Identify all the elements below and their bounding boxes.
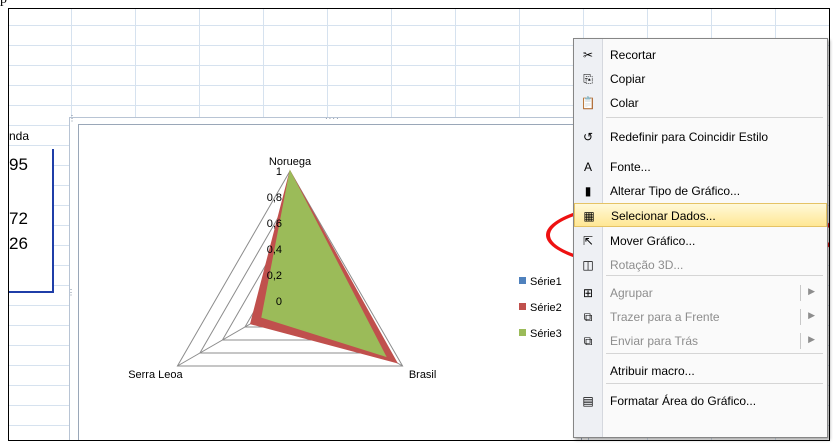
menu-item-atribuir-macro[interactable]: Atribuir macro...: [574, 359, 827, 383]
menu-item-fonte[interactable]: A Fonte...: [574, 155, 827, 179]
menu-item-label: Trazer para a Frente: [610, 310, 720, 324]
bring-front-icon: ⧉: [583, 310, 593, 324]
menu-item-colar[interactable]: 📋 Colar: [574, 91, 827, 115]
resize-handle[interactable]: ⋮: [67, 288, 76, 297]
category-label: Brasil: [409, 369, 437, 381]
legend-swatch: [519, 277, 526, 284]
menu-separator: [606, 117, 823, 118]
menu-item-redefinir-para-coincidir-estilo[interactable]: ↺ Redefinir para Coincidir Estilo: [574, 125, 827, 149]
menu-item-label: Colar: [610, 96, 639, 110]
submenu-arrow-icon: ▶: [808, 310, 815, 320]
axis-tick-label: 0,8: [267, 192, 282, 204]
menu-item-label: Formatar Área do Gráfico...: [610, 394, 757, 408]
cell-value[interactable]: 95: [9, 155, 28, 175]
menu-item-recortar[interactable]: ✂ Recortar: [574, 43, 827, 67]
menu-item-selecionar-dados[interactable]: ▦ Selecionar Dados...: [574, 203, 827, 227]
plot-area[interactable]: 0 0,2 0,4 0,6 0,8 1 Noruega Brasil Serra Leoa Sér…: [78, 124, 582, 440]
submenu-divider: [800, 309, 801, 325]
menu-item-formatar-área-do-gráfico[interactable]: ▤ Formatar Área do Gráfico...: [574, 389, 827, 413]
menu-item-label: Mover Gráfico...: [610, 234, 696, 248]
menu-item-label: Redefinir para Coincidir Estilo: [610, 130, 769, 144]
menu-item-label: Copiar: [610, 72, 646, 86]
selected-data-range[interactable]: 95 72 26: [9, 149, 54, 293]
menu-item-rotação-3d[interactable]: ◫ Rotação 3D...: [574, 253, 827, 277]
menu-item-label: Selecionar Dados...: [611, 209, 716, 223]
chart-type-icon: ▮: [584, 184, 592, 198]
menu-item-label: Atribuir macro...: [610, 364, 695, 378]
select-data-icon: ▦: [583, 209, 595, 223]
cell-value[interactable]: 72: [9, 209, 28, 229]
menu-item-agrupar[interactable]: ⊞ Agrupar ▶: [574, 281, 827, 305]
scissors-icon: ✂: [582, 48, 594, 62]
font-icon: A: [583, 160, 592, 174]
menu-item-enviar-para-trás[interactable]: ⧉ Enviar para Trás ▶: [574, 329, 827, 353]
axis-tick-label: 0: [276, 296, 282, 308]
menu-item-label: Enviar para Trás: [610, 334, 699, 348]
top-label: p: [0, 0, 7, 8]
legend-entry: Série3: [530, 328, 562, 340]
menu-item-label: Alterar Tipo de Gráfico...: [610, 184, 741, 198]
copy-icon: ⎘: [583, 72, 593, 86]
send-back-icon: ⧉: [583, 334, 593, 348]
menu-item-label: Rotação 3D...: [610, 258, 684, 272]
axis-tick-label: 0,2: [267, 270, 282, 282]
radar-chart: 00,20,40,60,81NoruegaBrasilSerra LeoaSér…: [128, 156, 562, 381]
category-label: Noruega: [269, 156, 312, 168]
cell-value[interactable]: 26: [9, 234, 28, 254]
group-icon: ⊞: [582, 286, 594, 300]
menu-item-label: Recortar: [610, 48, 657, 62]
column-header-text: nda: [9, 129, 30, 143]
submenu-arrow-icon: ▶: [808, 334, 815, 344]
menu-item-mover-gráfico[interactable]: ⇱ Mover Gráfico...: [574, 229, 827, 253]
legend-swatch: [519, 329, 526, 336]
submenu-arrow-icon: ▶: [808, 286, 815, 296]
category-label: Serra Leoa: [128, 369, 183, 381]
legend-entry: Série1: [530, 276, 562, 288]
paste-icon: 📋: [580, 96, 596, 110]
menu-separator: [606, 353, 823, 354]
resize-handle[interactable]: ····: [325, 114, 340, 123]
resize-handle[interactable]: ⋮: [68, 114, 77, 123]
axis-tick-label: 0,6: [267, 218, 282, 230]
menu-item-alterar-tipo-de-gráfico[interactable]: ▮ Alterar Tipo de Gráfico...: [574, 179, 827, 203]
axis-tick-label: 0,4: [267, 244, 282, 256]
reset-style-icon: ↺: [582, 130, 594, 144]
legend-entry: Série2: [530, 302, 562, 314]
submenu-divider: [800, 285, 801, 301]
menu-item-trazer-para-a-frente[interactable]: ⧉ Trazer para a Frente ▶: [574, 305, 827, 329]
format-area-icon: ▤: [582, 394, 594, 408]
menu-item-copiar[interactable]: ⎘ Copiar: [574, 67, 827, 91]
move-chart-icon: ⇱: [582, 234, 594, 248]
rotate-3d-icon: ◫: [582, 258, 594, 272]
menu-separator: [606, 383, 823, 384]
menu-item-label: Fonte...: [610, 160, 651, 174]
legend-swatch: [519, 303, 526, 310]
context-menu: ✂ Recortar ⎘ Copiar 📋 Colar ↺ Redefinir para Co…: [573, 38, 828, 438]
chart-area[interactable]: ⋮ ···· ⋮ 0 0,2 0,4 0,6 0,8 1 Noruega Brasil Serr…: [67, 114, 589, 440]
menu-separator: [606, 275, 823, 276]
submenu-divider: [800, 333, 801, 349]
menu-item-label: Agrupar: [610, 286, 653, 300]
